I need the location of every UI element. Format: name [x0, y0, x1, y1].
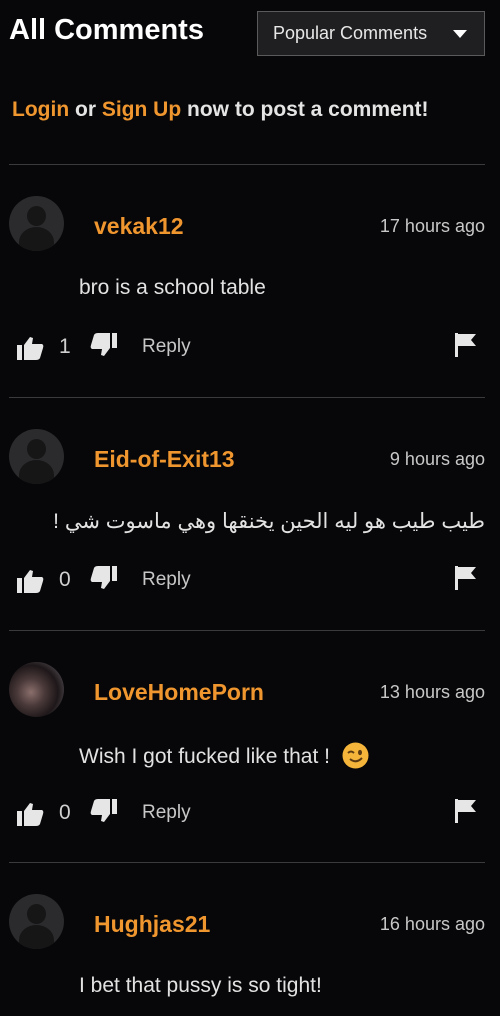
caret-down-icon — [453, 30, 467, 38]
comment-actions: 1 Reply — [0, 333, 500, 363]
reply-button[interactable]: Reply — [142, 802, 191, 824]
reply-button[interactable]: Reply — [142, 569, 191, 591]
comment-username[interactable]: Hughjas21 — [94, 911, 210, 938]
reply-button[interactable]: Reply — [142, 336, 191, 358]
comment-timestamp: 9 hours ago — [389, 449, 485, 469]
default-avatar-icon[interactable] — [9, 429, 64, 484]
comment-timestamp: 13 hours ago — [379, 682, 485, 702]
like-count: 1 — [59, 335, 71, 358]
like-count: 0 — [59, 568, 71, 591]
flag-icon[interactable] — [455, 566, 477, 590]
comment-actions: 0 Reply — [0, 566, 500, 596]
thumbs-down-icon[interactable] — [90, 333, 117, 357]
comment-username[interactable]: LoveHomePorn — [94, 679, 264, 706]
flag-icon[interactable] — [455, 333, 477, 357]
like-count: 0 — [59, 801, 71, 824]
comment-actions: 0 Reply — [0, 799, 500, 829]
login-or-text: or — [75, 98, 96, 121]
comment-text: bro is a school table — [79, 276, 266, 299]
comment-username[interactable]: Eid-of-Exit13 — [94, 446, 235, 473]
comments-header: All Comments Popular Comments — [0, 0, 500, 64]
login-prompt: Login or Sign Up now to post a comment! — [12, 98, 429, 122]
comment-text: Wish I got fucked like that ! — [79, 742, 369, 769]
thumbs-up-icon[interactable] — [17, 569, 44, 593]
comment-text-content: Wish I got fucked like that ! — [79, 745, 330, 768]
comment-timestamp: 17 hours ago — [379, 216, 485, 236]
winking-face-icon — [342, 742, 369, 769]
comment-item: Hughjas21 16 hours ago I bet that pussy … — [0, 863, 500, 1016]
user-avatar-photo[interactable] — [9, 662, 64, 717]
comment-username[interactable]: vekak12 — [94, 213, 184, 240]
comment-item: Eid-of-Exit13 9 hours ago طيب طيب هو ليه… — [0, 398, 500, 630]
comment-item: LoveHomePorn 13 hours ago Wish I got fuc… — [0, 631, 500, 863]
thumbs-up-icon[interactable] — [17, 336, 44, 360]
sort-dropdown[interactable]: Popular Comments — [257, 11, 485, 56]
default-avatar-icon[interactable] — [9, 894, 64, 949]
thumbs-up-icon[interactable] — [17, 802, 44, 826]
login-link[interactable]: Login — [12, 98, 69, 121]
comment-timestamp: 16 hours ago — [379, 914, 485, 934]
thumbs-down-icon[interactable] — [90, 799, 117, 823]
page-title: All Comments — [9, 14, 204, 46]
sign-up-link[interactable]: Sign Up — [102, 98, 181, 121]
default-avatar-icon[interactable] — [9, 196, 64, 251]
comment-text: I bet that pussy is so tight! — [79, 974, 322, 997]
comment-text: طيب طيب هو ليه الحين يخنقها وهي ماسوت شي… — [53, 510, 485, 533]
flag-icon[interactable] — [455, 799, 477, 823]
sort-selected-label: Popular Comments — [273, 23, 428, 43]
login-prompt-rest: now to post a comment! — [187, 98, 429, 121]
thumbs-down-icon[interactable] — [90, 566, 117, 590]
comment-item: vekak12 17 hours ago bro is a school tab… — [0, 165, 500, 397]
